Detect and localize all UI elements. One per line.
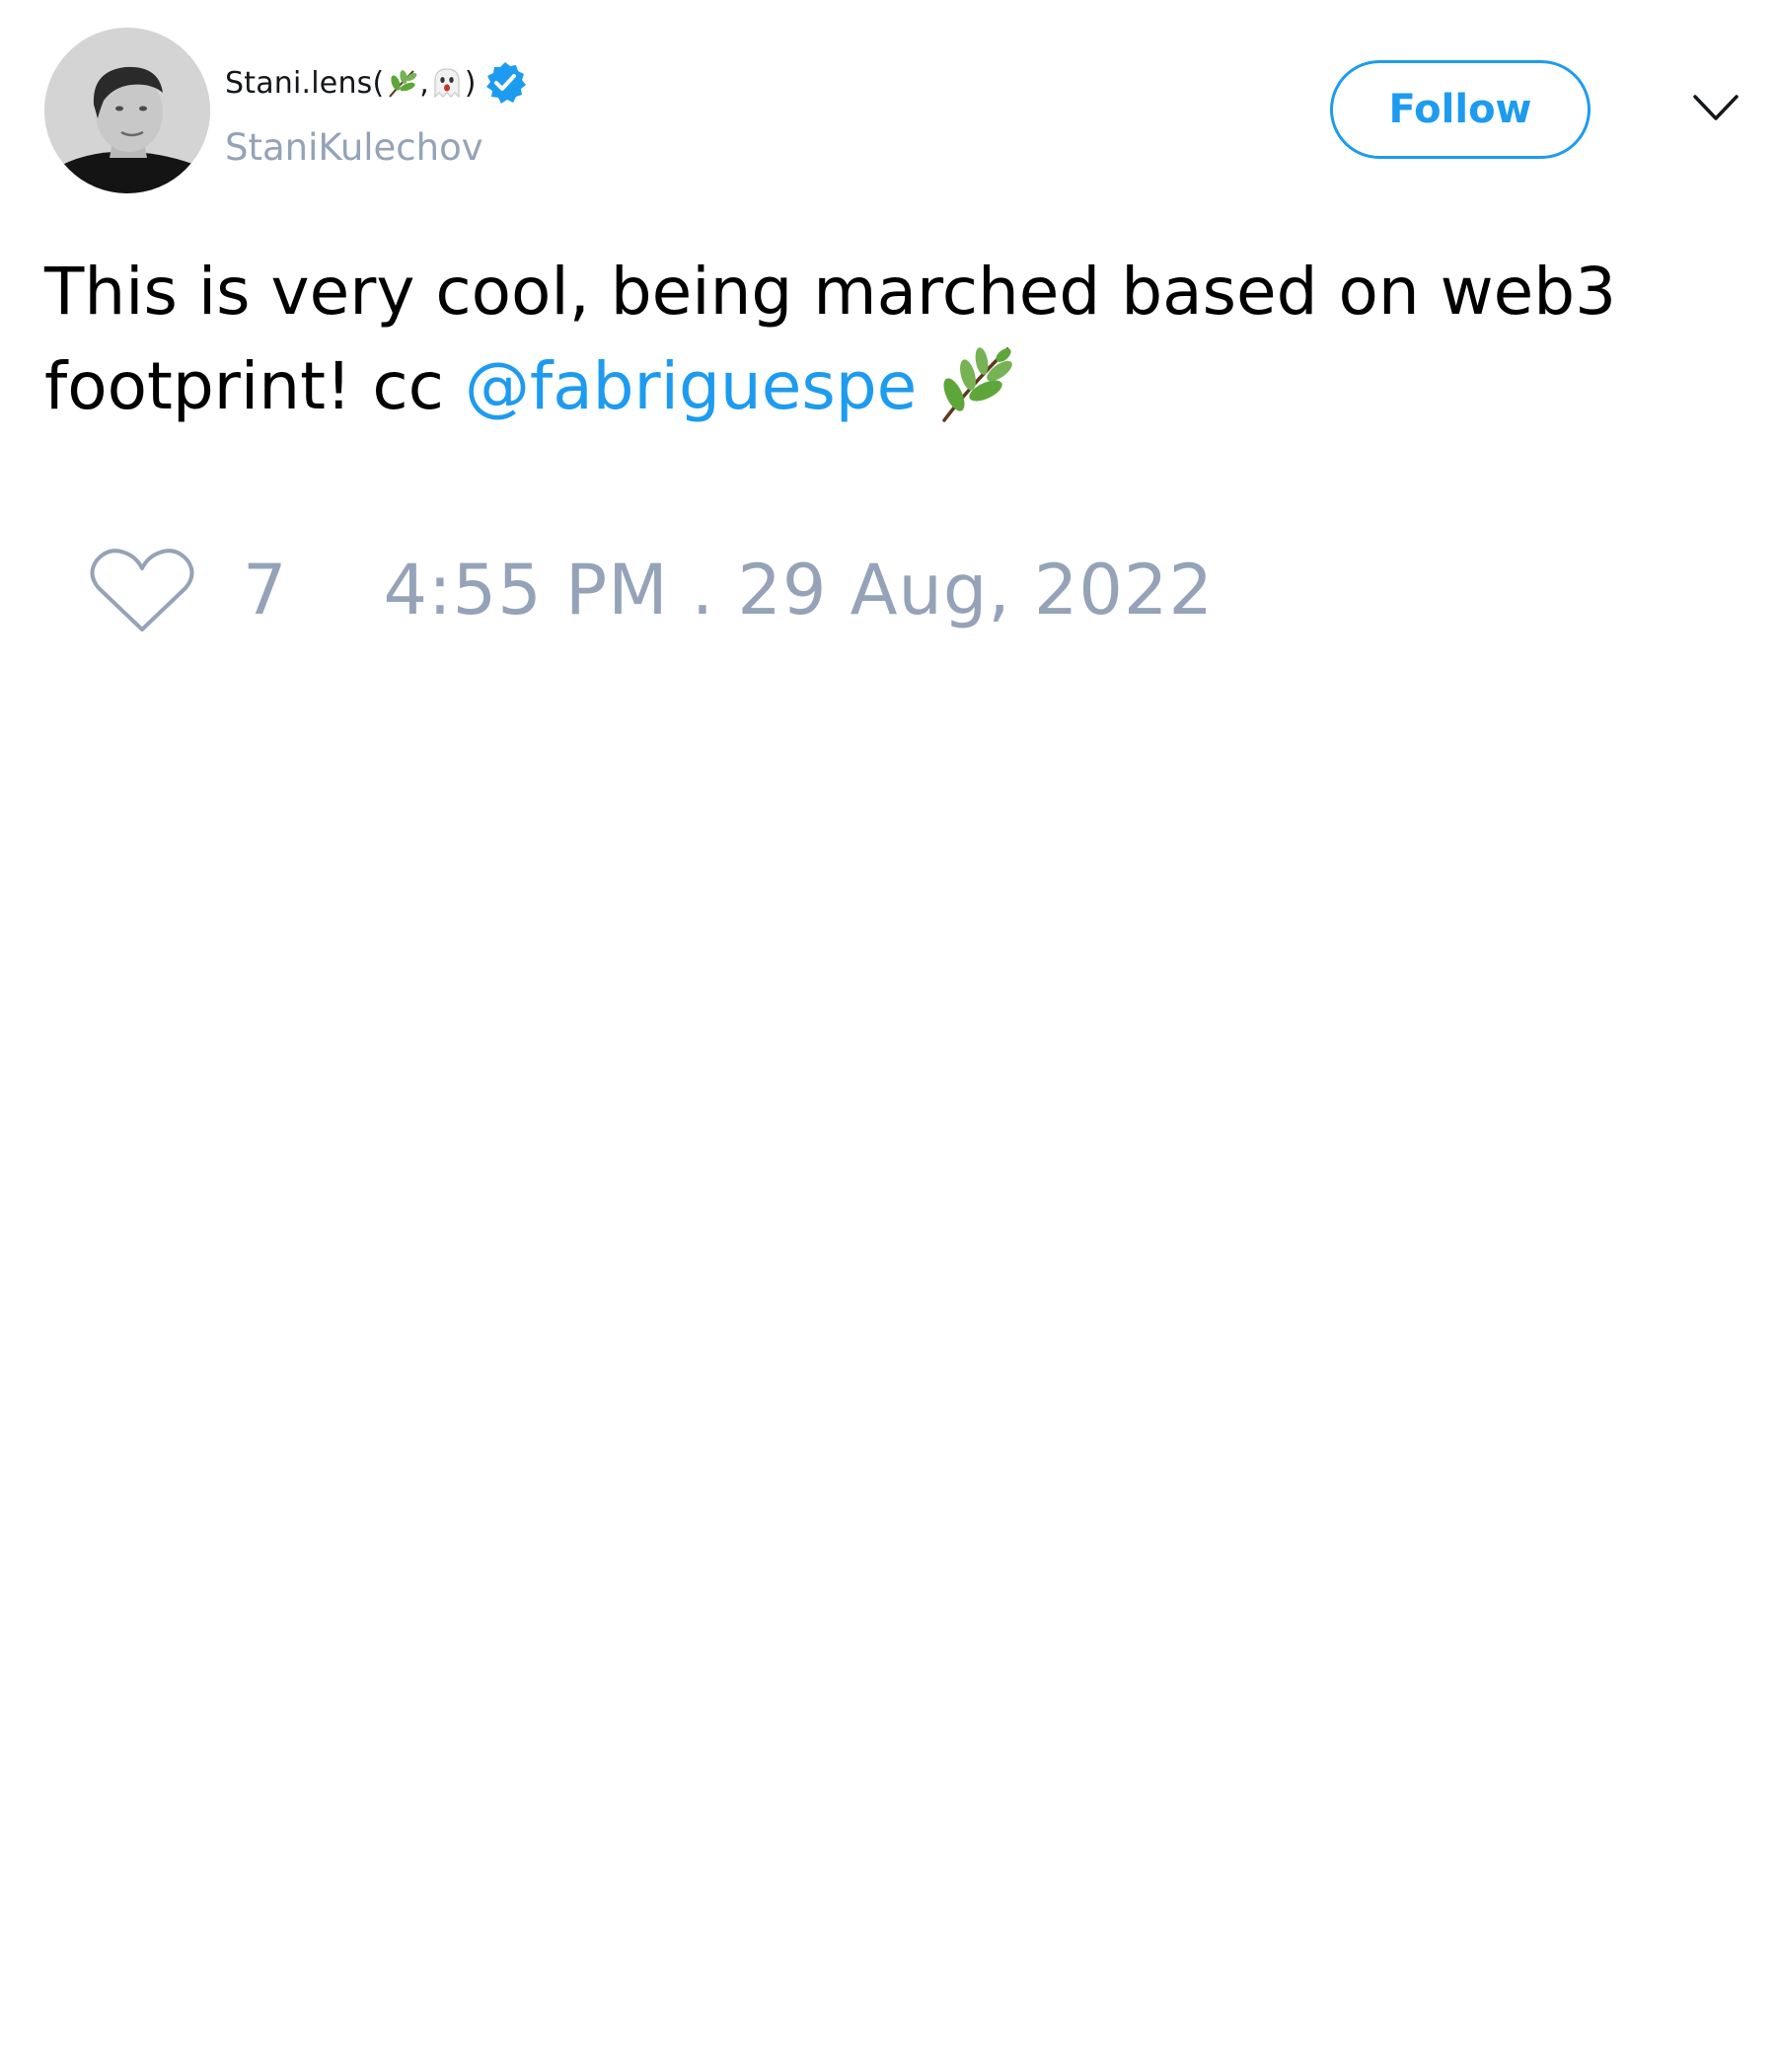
avatar[interactable] xyxy=(44,28,210,193)
tweet-footer: 7 4:55 PM . 29 Aug, 2022 xyxy=(89,541,1214,639)
mention-link[interactable]: @fabriguespe xyxy=(465,348,917,424)
like-count: 7 xyxy=(243,550,287,630)
display-name-paren-close: ) xyxy=(464,65,477,101)
display-name-paren-open: ( xyxy=(372,65,385,101)
heart-icon[interactable] xyxy=(89,545,195,635)
ghost-icon xyxy=(434,68,460,99)
timestamp[interactable]: 4:55 PM . 29 Aug, 2022 xyxy=(384,550,1214,630)
herb-icon xyxy=(942,347,1013,422)
follow-button[interactable]: Follow xyxy=(1330,60,1591,159)
display-name[interactable]: Stani.lens xyxy=(225,66,373,101)
display-name-separator: , xyxy=(419,65,429,101)
tweet-card: Stani.lens ( , ) StaniKulechov Follow Th… xyxy=(0,0,1776,2072)
username[interactable]: StaniKulechov xyxy=(225,126,483,169)
avatar-photo xyxy=(44,28,210,193)
display-name-row[interactable]: Stani.lens ( , ) xyxy=(225,61,528,105)
tweet-text: This is very cool, being marched based o… xyxy=(44,245,1741,434)
herb-icon xyxy=(389,70,417,98)
chevron-down-icon[interactable] xyxy=(1691,91,1740,126)
verified-badge-icon xyxy=(485,62,526,104)
